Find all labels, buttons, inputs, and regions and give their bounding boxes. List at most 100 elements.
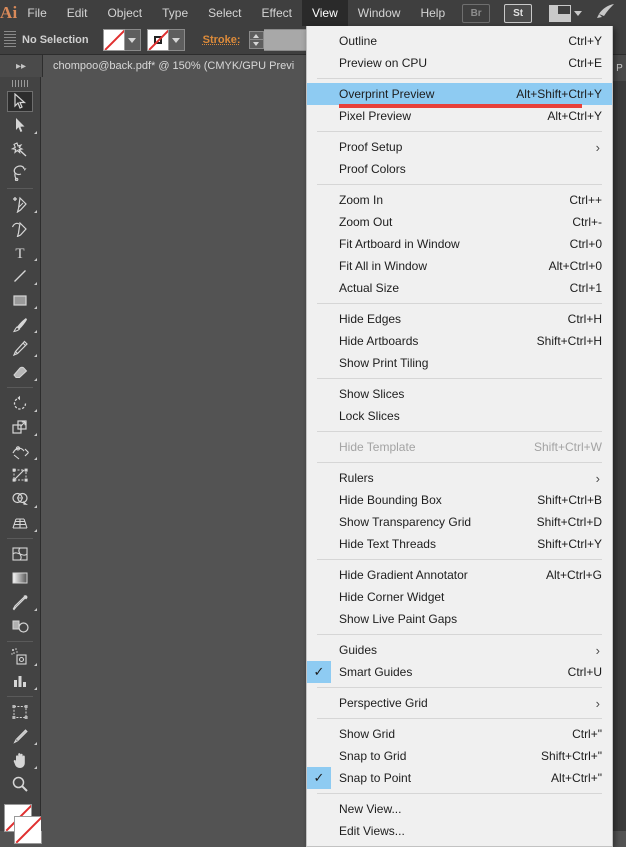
control-bar-grip[interactable] [4, 31, 16, 49]
menu-item-snap-to-grid[interactable]: Snap to Grid Shift+Ctrl+" [307, 745, 612, 767]
menu-item-show-slices[interactable]: Show Slices [307, 383, 612, 405]
eyedropper-tool[interactable] [0, 590, 40, 614]
menu-item-lock-slices[interactable]: Lock Slices [307, 405, 612, 427]
arrange-documents-icon[interactable] [549, 4, 583, 22]
tools-panel-divider [7, 538, 33, 539]
mesh-tool[interactable] [0, 542, 40, 566]
menu-item-proof-setup[interactable]: Proof Setup › [307, 136, 612, 158]
menu-select[interactable]: Select [198, 0, 251, 26]
menu-file[interactable]: File [17, 0, 56, 26]
menu-item-hide-corner-widget[interactable]: Hide Corner Widget [307, 586, 612, 608]
fill-stroke-indicator[interactable] [0, 800, 42, 846]
perspective-grid-tool[interactable] [0, 511, 40, 535]
line-segment-tool[interactable] [0, 264, 40, 288]
menu-view[interactable]: View [301, 0, 348, 26]
properties-panel-tab[interactable]: P [613, 55, 626, 81]
menu-object[interactable]: Object [97, 0, 152, 26]
menu-edit[interactable]: Edit [57, 0, 98, 26]
menu-item-hide-bounding-box[interactable]: Hide Bounding Box Shift+Ctrl+B [307, 489, 612, 511]
menu-item-guides[interactable]: Guides › [307, 639, 612, 661]
tab-bar-grip[interactable]: ▸▸ [0, 55, 43, 77]
menu-item-smart-guides[interactable]: ✓ Smart Guides Ctrl+U [307, 661, 612, 683]
symbol-sprayer-tool[interactable] [0, 645, 40, 669]
menu-item-actual-size[interactable]: Actual Size Ctrl+1 [307, 277, 612, 299]
stroke-control[interactable] [146, 29, 185, 51]
stepper-down-button[interactable] [248, 40, 264, 49]
type-tool[interactable]: T [0, 240, 40, 264]
menu-item-label: Preview on CPU [339, 56, 428, 70]
menu-item-preview-on-cpu[interactable]: Preview on CPU Ctrl+E [307, 52, 612, 74]
stroke-weight-stepper[interactable] [248, 31, 264, 49]
menu-item-pixel-preview[interactable]: Pixel Preview Alt+Ctrl+Y [307, 105, 612, 127]
fill-dropdown-button[interactable] [124, 29, 141, 51]
menu-item-rulers[interactable]: Rulers › [307, 467, 612, 489]
svg-text:T: T [15, 246, 24, 260]
scale-tool[interactable] [0, 415, 40, 439]
shape-builder-tool[interactable] [0, 487, 40, 511]
zoom-tool[interactable] [0, 772, 40, 796]
menu-item-hide-edges[interactable]: Hide Edges Ctrl+H [307, 308, 612, 330]
pen-tool[interactable] [0, 192, 40, 216]
artboard-tool[interactable] [0, 700, 40, 724]
menu-item-proof-colors[interactable]: Proof Colors [307, 158, 612, 180]
menu-effect[interactable]: Effect [252, 0, 302, 26]
submenu-arrow-icon: › [595, 139, 600, 155]
stock-button[interactable]: St [504, 3, 533, 23]
menu-item-hide-gradient-annotator[interactable]: Hide Gradient Annotator Alt+Ctrl+G [307, 564, 612, 586]
menu-window[interactable]: Window [348, 0, 411, 26]
menu-item-shortcut: Ctrl+1 [569, 281, 602, 295]
selection-tool[interactable] [0, 89, 40, 113]
bridge-button[interactable]: Br [462, 3, 491, 23]
hand-tool[interactable] [0, 748, 40, 772]
lasso-tool[interactable] [0, 161, 40, 185]
direct-selection-tool[interactable] [0, 113, 40, 137]
menu-item-outline[interactable]: Outline Ctrl+Y [307, 30, 612, 52]
menu-item-overprint-preview[interactable]: Overprint Preview Alt+Shift+Ctrl+Y [307, 83, 612, 105]
tools-panel-grip[interactable] [0, 77, 40, 89]
stroke-weight-label[interactable]: Stroke: [203, 34, 241, 46]
menu-item-perspective-grid[interactable]: Perspective Grid › [307, 692, 612, 714]
menu-item-label: Show Transparency Grid [339, 515, 472, 529]
menu-item-label: Hide Corner Widget [339, 590, 445, 604]
slice-tool[interactable] [0, 724, 40, 748]
gradient-tool[interactable] [0, 566, 40, 590]
magic-wand-tool[interactable] [0, 137, 40, 161]
scale-icon [7, 417, 33, 438]
menu-type[interactable]: Type [152, 0, 198, 26]
rectangle-tool[interactable] [0, 288, 40, 312]
pencil-tool[interactable] [0, 336, 40, 360]
menu-item-zoom-out[interactable]: Zoom Out Ctrl+- [307, 211, 612, 233]
menu-item-edit-views[interactable]: Edit Views... [307, 820, 612, 842]
menu-item-new-view[interactable]: New View... [307, 798, 612, 820]
free-transform-tool[interactable] [0, 463, 40, 487]
eraser-tool[interactable] [0, 360, 40, 384]
paintbrush-tool[interactable] [0, 312, 40, 336]
rocket-search-icon[interactable] [596, 3, 616, 24]
menu-item-hide-artboards[interactable]: Hide Artboards Shift+Ctrl+H [307, 330, 612, 352]
menu-divider [317, 184, 602, 185]
menu-item-show-grid[interactable]: Show Grid Ctrl+" [307, 723, 612, 745]
curvature-tool[interactable] [0, 216, 40, 240]
column-graph-tool[interactable] [0, 669, 40, 693]
menu-item-fit-all-in-window[interactable]: Fit All in Window Alt+Ctrl+0 [307, 255, 612, 277]
fill-swatch[interactable] [102, 29, 125, 51]
width-tool[interactable] [0, 439, 40, 463]
menu-item-hide-text-threads[interactable]: Hide Text Threads Shift+Ctrl+Y [307, 533, 612, 555]
blend-tool[interactable] [0, 614, 40, 638]
stroke-dropdown-button[interactable] [168, 29, 185, 51]
illustrator-window: Ai File Edit Object Type Select Effect View Win… [0, 0, 626, 847]
menu-item-fit-artboard-in-window[interactable]: Fit Artboard in Window Ctrl+0 [307, 233, 612, 255]
rotate-tool[interactable] [0, 391, 40, 415]
menu-item-label: Fit All in Window [339, 259, 428, 273]
tool-flyout-indicator-icon [34, 742, 37, 745]
menu-item-snap-to-point[interactable]: ✓ Snap to Point Alt+Ctrl+" [307, 767, 612, 789]
stepper-up-button[interactable] [248, 31, 264, 40]
stroke-swatch[interactable] [146, 29, 169, 51]
fill-control[interactable] [102, 29, 141, 51]
menu-item-show-print-tiling[interactable]: Show Print Tiling [307, 352, 612, 374]
menu-help[interactable]: Help [410, 0, 455, 26]
menu-item-zoom-in[interactable]: Zoom In Ctrl++ [307, 189, 612, 211]
menu-item-show-transparency-grid[interactable]: Show Transparency Grid Shift+Ctrl+D [307, 511, 612, 533]
stroke-color-indicator[interactable] [14, 816, 42, 844]
menu-item-show-live-paint-gaps[interactable]: Show Live Paint Gaps [307, 608, 612, 630]
